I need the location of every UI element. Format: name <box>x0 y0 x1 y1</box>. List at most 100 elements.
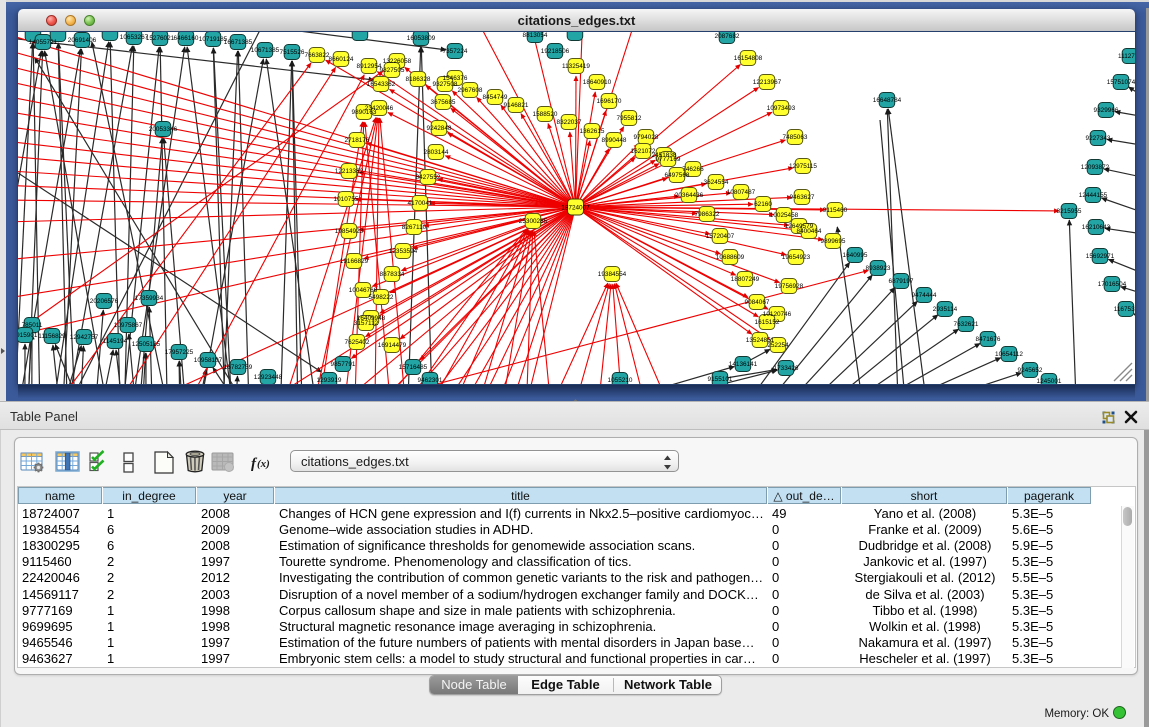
svg-text:1615152: 1615152 <box>755 319 780 326</box>
svg-text:8813054: 8813054 <box>523 32 548 39</box>
svg-text:12975115: 12975115 <box>789 163 817 170</box>
svg-text:10653267: 10653267 <box>120 34 149 41</box>
svg-text:15276021: 15276021 <box>146 35 175 42</box>
svg-text:9462301: 9462301 <box>418 377 443 384</box>
svg-text:9084067: 9084067 <box>745 299 770 306</box>
svg-text:3157112: 3157112 <box>354 320 379 327</box>
svg-text:7625402: 7625402 <box>345 339 370 346</box>
svg-text:12505135: 12505135 <box>132 341 161 348</box>
svg-text:8471676: 8471676 <box>976 336 1001 343</box>
svg-text:19654923: 19654923 <box>782 254 811 261</box>
svg-text:1245001: 1245001 <box>1037 378 1062 384</box>
svg-text:9329966: 9329966 <box>1094 107 1119 114</box>
svg-text:10025458: 10025458 <box>770 212 799 219</box>
svg-text:16543362: 16543362 <box>367 81 396 88</box>
svg-text:11156829: 11156829 <box>38 333 66 340</box>
svg-text:8400464: 8400464 <box>797 228 822 235</box>
svg-text:10688609: 10688609 <box>716 254 745 261</box>
svg-text:2967608: 2967608 <box>458 87 483 94</box>
svg-text:12213382: 12213382 <box>335 168 364 175</box>
svg-text:15716485: 15716485 <box>399 364 428 371</box>
svg-text:18807249: 18807249 <box>731 276 760 283</box>
svg-text:20206576: 20206576 <box>90 298 119 305</box>
svg-text:19384554: 19384554 <box>598 271 627 278</box>
svg-text:18724007: 18724007 <box>561 204 590 211</box>
svg-text:12093872: 12093872 <box>1081 164 1110 171</box>
svg-text:1696170: 1696170 <box>597 98 622 105</box>
svg-text:8454749: 8454749 <box>483 94 508 101</box>
svg-text:10120746: 10120746 <box>763 311 792 318</box>
svg-text:9146821: 9146821 <box>504 102 529 109</box>
svg-text:15751074: 15751074 <box>1107 79 1135 86</box>
svg-text:16782759: 16782759 <box>224 364 253 371</box>
svg-text:15692971: 15692971 <box>1086 253 1115 260</box>
svg-text:9857791: 9857791 <box>331 361 356 368</box>
svg-text:8267110: 8267110 <box>402 224 427 231</box>
svg-text:1055210: 1055210 <box>608 377 633 384</box>
svg-text:19854923: 19854923 <box>335 228 364 235</box>
svg-text:8990448: 8990448 <box>602 137 627 144</box>
svg-text:16053809: 16053809 <box>407 35 436 42</box>
svg-text:10958107: 10958107 <box>194 357 223 364</box>
svg-text:7955812: 7955812 <box>617 115 642 122</box>
svg-text:7485063: 7485063 <box>783 134 808 141</box>
svg-text:9777169: 9777169 <box>656 156 681 163</box>
svg-text:10046766: 10046766 <box>349 287 378 294</box>
svg-text:10654112: 10654112 <box>995 351 1023 358</box>
svg-text:7986322: 7986322 <box>695 211 720 218</box>
svg-text:8878334: 8878334 <box>380 271 405 278</box>
svg-text:12942757: 12942757 <box>70 334 99 341</box>
svg-text:17016504: 17016504 <box>1098 281 1127 288</box>
svg-text:10975867: 10975867 <box>114 322 143 329</box>
svg-text:252254: 252254 <box>767 342 789 349</box>
svg-text:8186328: 8186328 <box>406 76 431 83</box>
svg-text:17359934: 17359934 <box>135 295 164 302</box>
svg-text:1362615: 1362615 <box>580 128 605 135</box>
svg-text:9463627: 9463627 <box>790 194 815 201</box>
svg-text:9155101: 9155101 <box>708 376 733 383</box>
svg-text:13226058: 13226058 <box>383 58 412 65</box>
svg-text:9899695: 9899695 <box>821 238 846 245</box>
svg-text:1293919: 1293919 <box>317 377 342 384</box>
svg-text:3624554: 3624554 <box>704 179 729 186</box>
svg-text:9794028: 9794028 <box>634 134 659 141</box>
svg-text:12213967: 12213967 <box>753 79 782 86</box>
svg-text:7515526: 7515526 <box>280 49 305 56</box>
svg-text:25300285: 25300285 <box>519 218 548 225</box>
svg-text:16671385: 16671385 <box>224 39 253 46</box>
svg-text:5498222: 5498222 <box>369 294 394 301</box>
svg-text:10671385: 10671385 <box>251 47 280 54</box>
svg-text:8215955: 8215955 <box>1057 208 1082 215</box>
svg-text:1588520: 1588520 <box>533 111 558 118</box>
svg-text:14055721: 14055721 <box>29 39 58 46</box>
svg-text:19218506: 19218506 <box>541 48 570 55</box>
svg-text:(x): (x) <box>257 458 270 470</box>
svg-text:6497568: 6497568 <box>665 172 690 179</box>
svg-text:12923448: 12923448 <box>254 374 283 381</box>
svg-text:8322037: 8322037 <box>557 119 582 126</box>
svg-text:16914479: 16914479 <box>378 342 407 349</box>
svg-text:2718176: 2718176 <box>345 137 370 144</box>
svg-text:62160: 62160 <box>754 201 772 208</box>
svg-text:19756928: 19756928 <box>775 283 804 290</box>
svg-text:16154808: 16154808 <box>734 55 763 62</box>
svg-text:8660124: 8660124 <box>329 56 354 63</box>
svg-text:20691406: 20691406 <box>68 37 97 44</box>
svg-text:14136141: 14136141 <box>729 361 758 368</box>
svg-text:2087682: 2087682 <box>715 33 740 40</box>
svg-text:785011: 785011 <box>22 322 43 329</box>
svg-text:20364436: 20364436 <box>675 192 704 199</box>
svg-text:8938923: 8938923 <box>866 265 891 272</box>
svg-text:1640995: 1640995 <box>843 252 868 259</box>
svg-text:19166829: 19166829 <box>340 258 369 265</box>
svg-text:3675685: 3675685 <box>431 99 456 106</box>
svg-text:6879197: 6879197 <box>889 278 914 285</box>
svg-text:11325419: 11325419 <box>562 63 590 70</box>
svg-text:9227343: 9227343 <box>1086 135 1111 142</box>
svg-text:20053346: 20053346 <box>149 126 178 133</box>
svg-text:9327508: 9327508 <box>433 81 458 88</box>
svg-text:8427552: 8427552 <box>416 174 441 181</box>
svg-text:3915901: 3915901 <box>18 332 38 339</box>
svg-text:16210643: 16210643 <box>1082 224 1111 231</box>
svg-text:2935114: 2935114 <box>933 306 958 313</box>
